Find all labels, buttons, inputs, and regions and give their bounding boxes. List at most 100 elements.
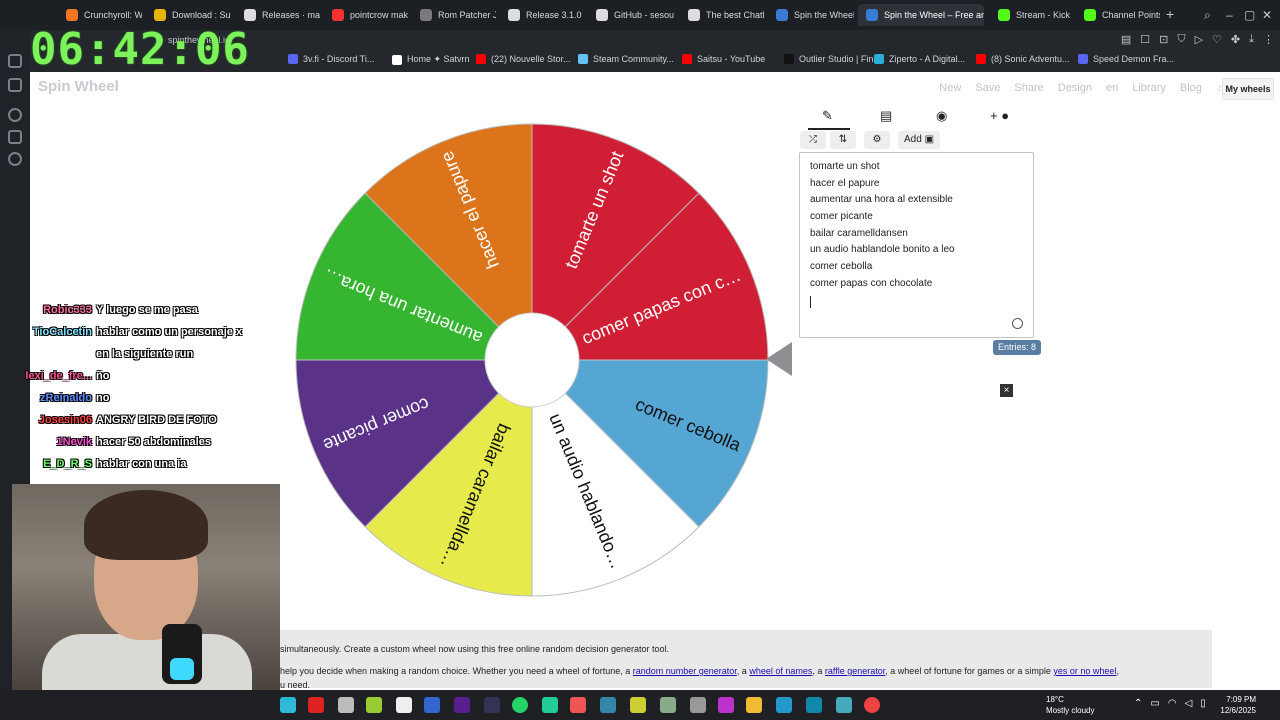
- wheel-hub[interactable]: [484, 312, 580, 408]
- hide-eye-icon[interactable]: ◉: [936, 108, 947, 124]
- taskbar-app-icon[interactable]: [424, 697, 440, 713]
- nav-save[interactable]: Save: [975, 82, 1000, 94]
- extensions-icon[interactable]: [8, 130, 22, 144]
- taskbar-app-icon[interactable]: [600, 697, 616, 713]
- taskbar-app-icon[interactable]: [806, 697, 822, 713]
- battery-icon[interactable]: ▯: [1200, 698, 1206, 709]
- browser-tab[interactable]: Stream - Kick: [990, 4, 1072, 26]
- wheel-svg[interactable]: comer papas con c…comer cebollaun audio …: [292, 120, 772, 600]
- entry-line[interactable]: bailar caramelldansen: [810, 226, 1023, 243]
- nav-library[interactable]: Library: [1132, 82, 1166, 94]
- taskbar-app-icon[interactable]: [776, 697, 792, 713]
- minimize-icon[interactable]: –: [1226, 8, 1233, 22]
- bookmark-item[interactable]: (8) Sonic Adventu...: [976, 54, 1070, 64]
- whatsapp-icon[interactable]: [512, 697, 528, 713]
- add-image-button[interactable]: Add ▣: [898, 131, 941, 149]
- taskbar-app-icon[interactable]: [338, 697, 354, 713]
- wifi-icon[interactable]: ◠: [1168, 698, 1177, 709]
- taskbar-app-icon[interactable]: [366, 697, 382, 713]
- nav-blog[interactable]: Blog: [1180, 82, 1202, 94]
- browser-tab[interactable]: pointcrow mak: [324, 4, 408, 26]
- settings-gear-icon[interactable]: [8, 152, 22, 166]
- menu-icon[interactable]: ⋮: [1263, 33, 1274, 46]
- sort-icon[interactable]: ⇅: [830, 131, 856, 149]
- taskbar-app-icon[interactable]: [746, 697, 762, 713]
- bookmark-item[interactable]: Saitsu - YouTube: [682, 54, 765, 64]
- taskbar-app-icon[interactable]: [570, 697, 586, 713]
- taskbar-app-icon[interactable]: [308, 697, 324, 713]
- close-window-icon[interactable]: ✕: [1262, 8, 1272, 22]
- browser-tab[interactable]: Release 3.1.0: [500, 4, 584, 26]
- bookmark-item[interactable]: Speed Demon Fra...: [1078, 54, 1174, 64]
- shuffle-icon[interactable]: ⤮: [800, 131, 826, 149]
- taskbar-app-icon[interactable]: [484, 697, 500, 713]
- edit-pencil-icon[interactable]: ✎: [808, 108, 850, 130]
- bookmark-item[interactable]: Outlier Studio | Fin...: [784, 54, 881, 64]
- entry-line[interactable]: tomarte un shot: [810, 159, 1023, 176]
- entry-line[interactable]: un audio hablandole bonito a leo: [810, 242, 1023, 259]
- taskbar-app-icon[interactable]: [718, 697, 734, 713]
- browser-tab[interactable]: Spin the Wheel: [768, 4, 854, 26]
- download-arrow-icon[interactable]: ⤓: [1249, 33, 1254, 46]
- shield-icon[interactable]: ⛉: [1177, 33, 1185, 46]
- entry-line[interactable]: comer papas con chocolate: [810, 276, 1023, 293]
- extension-icon[interactable]: ✤: [1231, 33, 1240, 46]
- taskbar-app-icon[interactable]: [542, 697, 558, 713]
- bookmark-item[interactable]: 3v.fi - Discord Ti...: [288, 54, 374, 64]
- nav-design[interactable]: Design: [1058, 82, 1092, 94]
- play-icon[interactable]: ▷: [1195, 33, 1203, 46]
- taskbar-app-icon[interactable]: [454, 697, 470, 713]
- entry-line[interactable]: hacer el papure: [810, 176, 1023, 193]
- bookmark-item[interactable]: Ziperto - A Digital...: [874, 54, 965, 64]
- browser-tab[interactable]: Rom Patcher JS: [412, 4, 496, 26]
- site-logo[interactable]: Spin Wheel: [38, 78, 119, 95]
- taskbar-app-icon[interactable]: [690, 697, 706, 713]
- close-ad-button[interactable]: ×: [1000, 384, 1013, 397]
- new-tab-button[interactable]: +: [1166, 6, 1174, 22]
- entries-textarea[interactable]: tomarte un shot hacer el papure aumentar u…: [799, 152, 1034, 338]
- entry-line[interactable]: comer picante: [810, 209, 1023, 226]
- entry-line[interactable]: comer cebolla: [810, 259, 1023, 276]
- browser-tab[interactable]: Releases · mars: [236, 4, 320, 26]
- link-yes-or-no-wheel[interactable]: yes or no wheel: [1053, 666, 1116, 676]
- search-tabs-icon[interactable]: ⌕: [1204, 8, 1211, 23]
- system-clock[interactable]: 7:09 PM 12/6/2025: [1210, 694, 1256, 716]
- bookmark-item[interactable]: Steam Community...: [578, 54, 674, 64]
- taskbar-app-icon[interactable]: [280, 697, 296, 713]
- heart-icon[interactable]: ♡: [1212, 33, 1222, 46]
- browser-tab[interactable]: GitHub - sesou: [588, 4, 676, 26]
- emoji-icon[interactable]: [1012, 318, 1023, 329]
- taskbar-app-icon[interactable]: [396, 697, 412, 713]
- volume-icon[interactable]: ◁: [1185, 698, 1193, 709]
- pin-icon[interactable]: ⊡: [1159, 33, 1168, 46]
- link-wheel-of-names[interactable]: wheel of names: [749, 666, 812, 676]
- nav-share[interactable]: Share: [1014, 82, 1043, 94]
- chevron-up-icon[interactable]: ⌃: [1134, 698, 1142, 709]
- nav-new[interactable]: New: [939, 82, 961, 94]
- browser-tab[interactable]: The best ChatB: [680, 4, 764, 26]
- browser-tab[interactable]: Download : Su: [146, 4, 232, 26]
- maximize-icon[interactable]: ▢: [1244, 8, 1255, 22]
- link-random-number-generator[interactable]: random number generator: [633, 666, 737, 676]
- taskbar-app-icon[interactable]: [836, 697, 852, 713]
- browser-tab[interactable]: Channel Points: [1076, 4, 1160, 26]
- bookmark-item[interactable]: Home ✦ Satvrn: [392, 54, 470, 65]
- add-color-icon[interactable]: + ●: [990, 108, 1009, 123]
- entry-line[interactable]: aumentar una hora al extensible: [810, 192, 1023, 209]
- weather-widget[interactable]: 18°C Mostly cloudy: [1030, 694, 1094, 716]
- bookmark-icon[interactable]: ☐: [1140, 33, 1150, 46]
- taskbar-app-icon[interactable]: [630, 697, 646, 713]
- taskbar-app-icon[interactable]: [660, 697, 676, 713]
- link-raffle-generator[interactable]: raffle generator: [825, 666, 885, 676]
- clipboard-icon[interactable]: ▤: [880, 108, 892, 124]
- settings-icon[interactable]: ⚙: [864, 131, 890, 149]
- download-icon[interactable]: [8, 78, 22, 92]
- reader-icon[interactable]: ▤: [1121, 33, 1131, 46]
- browser-tab[interactable]: Crunchyroll: Wa: [58, 4, 142, 26]
- history-icon[interactable]: [8, 54, 22, 68]
- chrome-icon[interactable]: [864, 697, 880, 713]
- wheel[interactable]: comer papas con c… comer cebolla un audio …: [292, 120, 772, 600]
- my-wheels-button[interactable]: My wheels: [1222, 78, 1274, 100]
- clock-icon[interactable]: [8, 108, 22, 122]
- bookmark-item[interactable]: (22) Nouvelle Stor...: [476, 54, 571, 64]
